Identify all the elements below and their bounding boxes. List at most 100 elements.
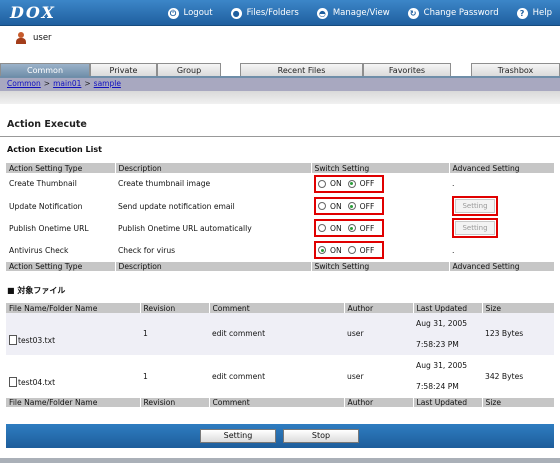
header-shadow: [0, 91, 560, 104]
off-label: OFF: [359, 179, 375, 189]
column-header: Revision: [140, 303, 210, 313]
file-author: user: [344, 313, 413, 356]
tab-bar: Common Private Group Recent Files Favori…: [0, 62, 560, 77]
file-table: File Name/Folder Name Revision Comment A…: [6, 303, 555, 407]
tab-group[interactable]: Group: [157, 63, 221, 77]
file-time: 7:58:24 PM: [416, 382, 459, 391]
manage-view-label: Manage/View: [332, 8, 390, 18]
switch-setting: ON OFF: [311, 239, 449, 262]
advanced-setting: .: [449, 173, 554, 196]
file-name-cell[interactable]: test03.txt: [6, 313, 140, 356]
action-row-antivirus: Antivirus Check Check for virus ON OFF .: [6, 239, 554, 262]
action-table: Action Setting Type Description Switch S…: [6, 163, 555, 271]
column-footer: Author: [344, 397, 414, 407]
breadcrumb-sample[interactable]: sample: [94, 79, 121, 88]
file-date: Aug 31, 2005: [416, 318, 468, 328]
breadcrumb-main01[interactable]: main01: [53, 79, 81, 88]
file-comment: edit comment: [209, 313, 344, 356]
action-description: Publish Onetime URL automatically: [115, 217, 311, 240]
radio-circle: [318, 179, 326, 188]
on-radio[interactable]: ON: [318, 202, 342, 211]
file-time: 7:58:23 PM: [416, 339, 459, 349]
column-footer: File Name/Folder Name: [6, 397, 141, 407]
on-radio[interactable]: ON: [318, 224, 342, 233]
help-label: Help: [532, 8, 552, 18]
switch-highlight: ON OFF: [314, 174, 385, 193]
action-bar: Setting Stop: [6, 424, 554, 448]
title-divider: [0, 136, 560, 137]
file-name-cell[interactable]: test04.txt: [6, 355, 140, 398]
target-files-title: ■ 対象ファイル: [7, 286, 66, 295]
file-row: test04.txt 1 edit comment user Aug 31, 2…: [6, 355, 554, 398]
file-size: 342 Bytes: [482, 355, 554, 398]
file-row: test03.txt 1 edit comment user Aug 31, 2…: [6, 313, 554, 356]
files-folders-link[interactable]: ● Files/Folders: [230, 7, 299, 19]
off-radio[interactable]: OFF: [347, 202, 374, 211]
advanced-setting: .: [449, 239, 554, 262]
breadcrumb-bar: Common > main01 > sample: [0, 78, 560, 91]
file-icon: [9, 377, 17, 387]
off-radio[interactable]: OFF: [347, 179, 375, 189]
on-radio[interactable]: ON: [318, 246, 342, 255]
action-description: Create thumbnail image: [115, 173, 311, 196]
on-radio[interactable]: ON: [318, 179, 342, 188]
action-description: Send update notification email: [115, 195, 311, 218]
column-footer: Size: [482, 397, 555, 407]
stop-button[interactable]: Stop: [283, 429, 359, 443]
breadcrumb-common[interactable]: Common: [7, 79, 41, 88]
column-footer: Comment: [209, 397, 345, 407]
column-header: Size: [482, 303, 555, 313]
file-last-updated: Aug 31, 2005 7:58:23 PM: [413, 313, 482, 356]
logout-label: Logout: [183, 8, 213, 18]
switch-setting: ON OFF: [311, 195, 449, 218]
on-label: ON: [330, 223, 342, 233]
breadcrumb: Common > main01 > sample: [7, 79, 121, 88]
manage-view-link[interactable]: ◓ Manage/View: [316, 7, 390, 19]
help-link[interactable]: ? Help: [516, 7, 552, 19]
tab-common[interactable]: Common: [0, 63, 90, 77]
on-label: ON: [330, 201, 342, 211]
column-header: Comment: [209, 303, 345, 313]
setting-button[interactable]: Setting: [200, 429, 276, 443]
tab-recent-files[interactable]: Recent Files: [240, 63, 363, 77]
column-footer: Switch Setting: [311, 261, 450, 271]
radio-circle-selected: [347, 202, 356, 210]
footer-bar: [0, 458, 560, 463]
file-comment: edit comment: [209, 355, 344, 398]
change-password-link[interactable]: ↻ Change Password: [407, 7, 499, 19]
top-nav: ⏻ Logout ● Files/Folders ◓ Manage/View ↻…: [150, 0, 552, 26]
help-icon: ?: [516, 7, 528, 19]
advanced-setting-button[interactable]: Setting: [455, 199, 495, 213]
switch-highlight: ON OFF: [314, 197, 385, 215]
action-type: Create Thumbnail: [6, 173, 115, 196]
action-type: Update Notification: [6, 195, 115, 218]
tab-private[interactable]: Private: [90, 63, 157, 77]
off-label: OFF: [359, 223, 375, 233]
manage-icon: ◓: [316, 7, 328, 19]
column-header: Switch Setting: [311, 163, 450, 173]
breadcrumb-separator: >: [43, 79, 51, 88]
logout-link[interactable]: ⏻ Logout: [167, 7, 213, 19]
advanced-setting-button[interactable]: Setting: [455, 221, 495, 235]
column-header: Advanced Setting: [449, 163, 555, 173]
off-radio[interactable]: OFF: [347, 223, 375, 233]
file-icon: [9, 334, 17, 345]
radio-circle-selected: [318, 246, 326, 254]
column-footer: Last Updated: [413, 397, 483, 407]
action-type: Antivirus Check: [6, 239, 115, 262]
column-header: Last Updated: [413, 303, 483, 313]
action-row-onetime-url: Publish Onetime URL Publish Onetime URL …: [6, 217, 554, 240]
tab-trashbox[interactable]: Trashbox: [471, 63, 560, 77]
radio-circle-selected: [347, 179, 356, 188]
action-list-title: Action Execution List: [7, 145, 102, 154]
change-password-label: Change Password: [423, 8, 499, 18]
file-size: 123 Bytes: [482, 313, 554, 356]
tab-favorites[interactable]: Favorites: [363, 63, 451, 77]
column-header: File Name/Folder Name: [6, 303, 141, 313]
column-header: Action Setting Type: [6, 163, 116, 173]
off-radio[interactable]: OFF: [347, 246, 374, 255]
column-header: Description: [115, 163, 312, 173]
user-icon: [16, 32, 26, 44]
dox-logo: DOX: [10, 3, 56, 22]
username: user: [33, 33, 52, 43]
